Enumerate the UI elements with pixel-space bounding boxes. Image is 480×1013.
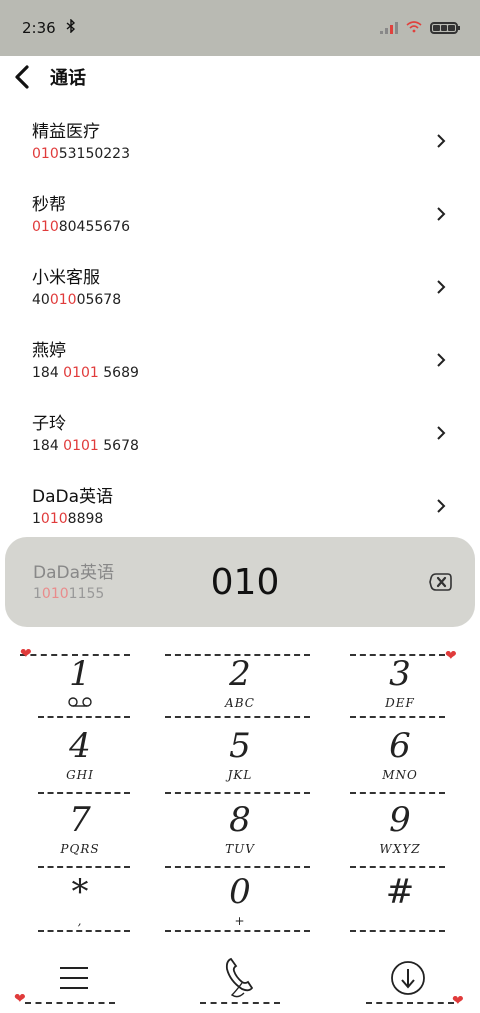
divider [25, 1002, 115, 1004]
menu-button[interactable] [44, 953, 104, 1003]
key-4[interactable]: 4 GHI [5, 724, 155, 796]
menu-icon [60, 967, 88, 989]
chevron-right-icon [437, 279, 446, 294]
contact-list: 精益医疗 01053150223 秒帮 01080455676 小米客服 400… [0, 104, 480, 542]
chevron-right-icon [437, 498, 446, 513]
contact-name: 秒帮 [32, 194, 66, 215]
divider [200, 1002, 280, 1004]
status-time: 2:36 [22, 19, 56, 37]
suggestion-name: DaDa英语 [33, 563, 115, 583]
contact-name: 燕婷 [32, 340, 66, 361]
battery-icon [430, 22, 460, 34]
chevron-left-icon[interactable] [14, 63, 36, 91]
contact-name: 小米客服 [32, 267, 100, 288]
key-9[interactable]: 9 WXYZ [325, 798, 475, 870]
bluetooth-icon [66, 18, 76, 37]
status-bar: 2:36 [0, 0, 480, 56]
page-header: 通话 [0, 56, 480, 98]
bottom-bar: ❤ ❤ [0, 945, 480, 1013]
suggestion-item[interactable]: DaDa英语 10101155 [33, 561, 193, 603]
voicemail-icon [5, 696, 155, 710]
key-6[interactable]: 6 MNO [325, 724, 475, 796]
dial-keypad: ❤ ❤ 1 2 ABC 3 DEF 4 GHI 5 JKL 6 MNO 7 PQRS 8 TU… [0, 646, 480, 938]
chevron-right-icon [437, 133, 446, 148]
chevron-right-icon [437, 206, 446, 221]
wifi-icon [406, 19, 422, 37]
key-0[interactable]: 0 + [165, 870, 315, 942]
chevron-right-icon [437, 425, 446, 440]
arrow-down-circle-icon [391, 961, 425, 995]
key-8[interactable]: 8 TUV [165, 798, 315, 870]
list-item[interactable]: 燕婷 184 0101 5689 [0, 323, 480, 396]
key-star[interactable]: *, [5, 870, 155, 942]
call-button[interactable] [210, 953, 270, 1003]
contact-number: 184 0101 5678 [32, 437, 139, 454]
contact-name: 精益医疗 [32, 121, 100, 142]
list-item[interactable]: 精益医疗 01053150223 [0, 104, 480, 177]
chevron-right-icon [437, 352, 446, 367]
contact-name: 子玲 [32, 413, 66, 434]
key-2[interactable]: 2 ABC [165, 652, 315, 724]
list-item[interactable]: 小米客服 4001005678 [0, 250, 480, 323]
phone-icon [225, 957, 254, 998]
heart-icon: ❤ [452, 993, 464, 1009]
key-hash[interactable]: # [325, 870, 475, 942]
contact-number: 01053150223 [32, 145, 130, 162]
key-3[interactable]: 3 DEF [325, 652, 475, 724]
page-title: 通话 [50, 68, 86, 89]
list-item[interactable]: 秒帮 01080455676 [0, 177, 480, 250]
list-item[interactable]: DaDa英语 10108898 [0, 469, 480, 542]
contact-number: 01080455676 [32, 218, 130, 235]
collapse-keypad-button[interactable] [378, 953, 438, 1003]
key-5[interactable]: 5 JKL [165, 724, 315, 796]
heart-icon: ❤ [14, 991, 26, 1007]
dial-input-panel: DaDa英语 10101155 010 [5, 537, 475, 627]
contact-number: 4001005678 [32, 291, 122, 308]
divider [366, 1002, 454, 1004]
key-1[interactable]: 1 [5, 652, 155, 724]
list-item[interactable]: 子玲 184 0101 5678 [0, 396, 480, 469]
contact-number: 10108898 [32, 510, 104, 527]
contact-number: 184 0101 5689 [32, 364, 139, 381]
backspace-icon[interactable] [429, 572, 453, 592]
contact-name: DaDa英语 [32, 486, 114, 507]
suggestion-number: 10101155 [33, 586, 105, 602]
signal-icon [380, 22, 398, 34]
key-7[interactable]: 7 PQRS [5, 798, 155, 870]
